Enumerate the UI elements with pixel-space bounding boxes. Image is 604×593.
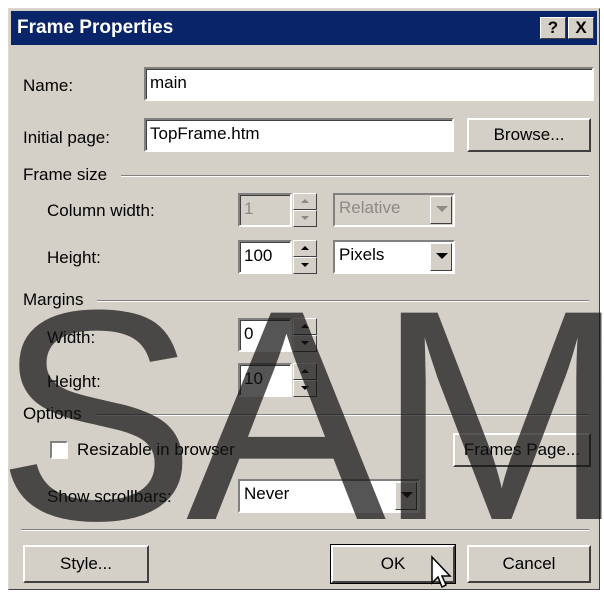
margin-height-label: Height:	[47, 372, 101, 391]
column-width-label: Column width:	[47, 201, 155, 220]
dialog-title: Frame Properties	[17, 17, 174, 38]
frames-page-button[interactable]: Frames Page...	[453, 433, 591, 467]
close-button[interactable]: X	[568, 17, 594, 39]
spin-down-button[interactable]	[293, 380, 317, 397]
cancel-button[interactable]: Cancel	[467, 545, 591, 583]
resizable-checkbox[interactable]	[50, 441, 68, 459]
spin-down-button[interactable]	[293, 257, 317, 274]
column-width-input[interactable]: 1	[238, 193, 292, 227]
margin-width-spinner[interactable]	[293, 318, 317, 352]
name-input[interactable]: main	[144, 67, 594, 101]
name-label: Name:	[23, 76, 74, 95]
footer-divider	[21, 529, 589, 531]
show-scrollbars-label: Show scrollbars:	[47, 487, 172, 506]
margin-height-spinner[interactable]	[293, 363, 317, 397]
spin-down-button[interactable]	[293, 335, 317, 352]
frame-size-group-label: Frame size	[23, 165, 108, 184]
options-divider	[97, 414, 589, 416]
chevron-down-icon[interactable]	[430, 243, 452, 271]
frame-height-unit-value: Pixels	[339, 245, 385, 264]
initial-page-input[interactable]: TopFrame.htm	[144, 118, 454, 152]
style-button[interactable]: Style...	[23, 545, 149, 583]
spin-down-button[interactable]	[293, 210, 317, 227]
show-scrollbars-value: Never	[244, 484, 290, 503]
chevron-down-icon[interactable]	[395, 482, 417, 510]
margin-height-input[interactable]: 10	[238, 363, 292, 397]
options-group-label: Options	[23, 404, 82, 423]
chevron-down-icon[interactable]	[430, 196, 452, 224]
spin-up-button[interactable]	[293, 240, 317, 257]
frame-properties-dialog: Frame Properties ? X Name: main Initial …	[8, 8, 600, 590]
margins-divider	[97, 300, 589, 302]
frame-height-unit-select[interactable]: Pixels	[333, 240, 455, 274]
frame-size-divider	[121, 175, 589, 177]
spin-up-button[interactable]	[293, 363, 317, 380]
title-bar[interactable]: Frame Properties ? X	[11, 11, 597, 45]
frame-height-input[interactable]: 100	[238, 240, 292, 274]
frame-height-label: Height:	[47, 248, 101, 267]
frame-height-spinner[interactable]	[293, 240, 317, 274]
help-button[interactable]: ?	[540, 17, 566, 39]
mouse-pointer-icon	[431, 555, 452, 589]
resizable-label[interactable]: Resizable in browser	[77, 440, 235, 460]
spin-up-button[interactable]	[293, 318, 317, 335]
margin-width-input[interactable]: 0	[238, 318, 292, 352]
column-width-unit-value: Relative	[339, 198, 401, 217]
margin-width-label: Width:	[47, 328, 96, 347]
show-scrollbars-select[interactable]: Never	[238, 479, 420, 513]
browse-button[interactable]: Browse...	[467, 118, 591, 152]
margins-group-label: Margins	[23, 290, 84, 309]
spin-up-button[interactable]	[293, 193, 317, 210]
column-width-unit-select[interactable]: Relative	[333, 193, 455, 227]
initial-page-label: Initial page:	[23, 128, 110, 147]
column-width-spinner[interactable]	[293, 193, 317, 227]
